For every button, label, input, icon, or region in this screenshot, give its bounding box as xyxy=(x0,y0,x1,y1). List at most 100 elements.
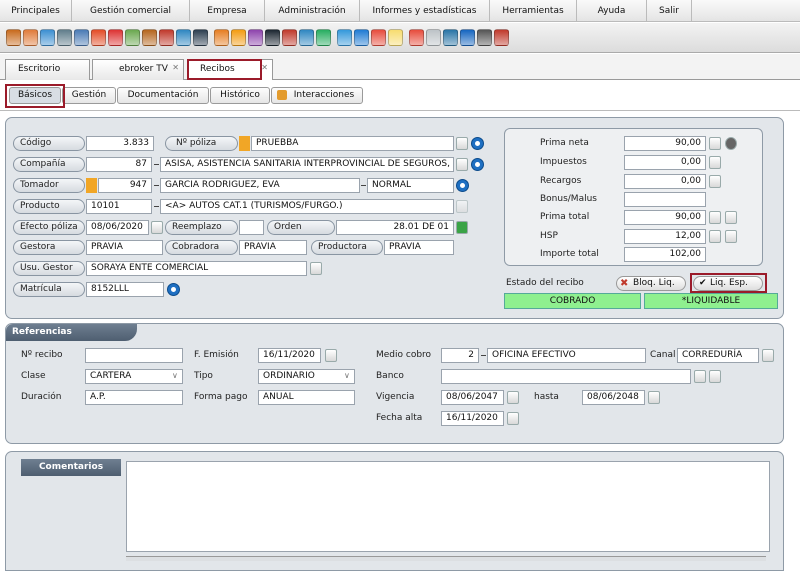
fire-icon[interactable] xyxy=(91,29,106,46)
producto-field[interactable]: <A> AUTOS CAT.1 (TURISMOS/FURGO.) xyxy=(160,199,454,214)
dropdown-icon[interactable] xyxy=(456,200,468,213)
calendar-icon[interactable] xyxy=(507,412,519,425)
info-icon[interactable] xyxy=(725,137,737,150)
soccer-icon[interactable] xyxy=(265,29,280,46)
compania-field[interactable]: ASISA, ASISTENCIA SANITARIA INTERPROVINC… xyxy=(160,157,454,172)
productora-field[interactable]: PRAVIA xyxy=(384,240,454,255)
diamond-icon[interactable] xyxy=(316,29,331,46)
subtab-interacciones[interactable]: Interacciones xyxy=(271,87,363,104)
chart-icon[interactable] xyxy=(725,211,737,224)
comentarios-textarea[interactable] xyxy=(126,461,770,552)
paper-icon[interactable] xyxy=(193,29,208,46)
orden-field[interactable]: 28.01 DE 01 xyxy=(336,220,454,235)
bulb-icon[interactable] xyxy=(388,29,403,46)
cobradora-field[interactable]: PRAVIA xyxy=(239,240,307,255)
calculator-icon[interactable] xyxy=(709,175,721,188)
car-icon[interactable] xyxy=(282,29,297,46)
people-icon[interactable] xyxy=(248,29,263,46)
menu-principales[interactable]: Principales xyxy=(0,0,72,22)
efecto-field[interactable]: 08/06/2020 xyxy=(86,220,149,235)
eye-icon[interactable] xyxy=(456,179,469,192)
calculator-icon[interactable] xyxy=(709,156,721,169)
fecha-alta-field[interactable]: 16/11/2020 xyxy=(441,411,504,426)
refresh-icon[interactable] xyxy=(354,29,369,46)
printer-icon[interactable] xyxy=(725,230,737,243)
calendar-icon[interactable] xyxy=(151,221,163,234)
menu-empresa[interactable]: Empresa xyxy=(190,0,265,22)
calendar-icon[interactable] xyxy=(648,391,660,404)
phone-icon[interactable] xyxy=(460,29,475,46)
vigencia-hasta-field[interactable]: 08/06/2048 xyxy=(582,390,645,405)
importe-field[interactable]: 0,00 xyxy=(624,174,706,189)
close-icon[interactable]: ✕ xyxy=(172,58,179,77)
calculator-icon[interactable] xyxy=(709,211,721,224)
tomador-type-field[interactable]: NORMAL xyxy=(367,178,454,193)
map-icon[interactable] xyxy=(443,29,458,46)
notepad-icon[interactable] xyxy=(426,29,441,46)
subtab-gestion[interactable]: Gestión xyxy=(62,87,116,104)
tools-icon[interactable] xyxy=(477,29,492,46)
card-icon[interactable] xyxy=(57,29,72,46)
poliza-field[interactable]: PRUEBBA xyxy=(251,136,454,151)
producto-code-field[interactable]: 10101 xyxy=(86,199,152,214)
medio-cobro-field[interactable]: OFICINA EFECTIVO xyxy=(487,348,646,363)
calculator-icon[interactable] xyxy=(709,137,721,150)
compania-code-field[interactable]: 87 xyxy=(86,157,152,172)
vigencia-desde-field[interactable]: 08/06/2047 xyxy=(441,390,504,405)
importe-field[interactable] xyxy=(624,192,706,207)
calendar-icon[interactable] xyxy=(507,391,519,404)
canal-field[interactable]: CORREDURÍA xyxy=(677,348,759,363)
search-icon[interactable] xyxy=(762,349,774,362)
importe-field[interactable]: 12,00 xyxy=(624,229,706,244)
menu-salir[interactable]: Salir xyxy=(647,0,692,22)
search-icon[interactable] xyxy=(310,262,322,275)
usu-gestor-field[interactable]: SORAYA ENTE COMERCIAL xyxy=(86,261,307,276)
eye-icon[interactable] xyxy=(471,137,484,150)
banco-field[interactable] xyxy=(441,369,691,384)
chevron-down-icon[interactable]: ∨ xyxy=(172,369,178,382)
tab-escritorio[interactable]: Escritorio xyxy=(5,59,90,80)
codigo-field[interactable]: 3.833 xyxy=(86,136,154,151)
arrow-icon[interactable] xyxy=(176,29,191,46)
menu-administracion[interactable]: Administración xyxy=(265,0,360,22)
medio-cobro-code-field[interactable]: 2 xyxy=(441,348,479,363)
tomador-code-field[interactable]: 947 xyxy=(98,178,152,193)
gift-icon[interactable] xyxy=(159,29,174,46)
tomador-field[interactable]: GARCIA RODRIGUEZ, EVA xyxy=(160,178,360,193)
menu-ayuda[interactable]: Ayuda xyxy=(577,0,647,22)
menu-informes[interactable]: Informes y estadísticas xyxy=(360,0,490,22)
search-icon[interactable] xyxy=(456,158,468,171)
gestora-field[interactable]: PRAVIA xyxy=(86,240,163,255)
user-icon[interactable] xyxy=(23,29,38,46)
recibo-field[interactable] xyxy=(85,348,183,363)
subtab-historico[interactable]: Histórico xyxy=(210,87,270,104)
clase-select[interactable]: CARTERA xyxy=(85,369,183,384)
reemplazo-field[interactable] xyxy=(239,220,264,235)
forma-pago-field[interactable]: ANUAL xyxy=(258,390,355,405)
target-icon[interactable] xyxy=(108,29,123,46)
calculator-icon[interactable] xyxy=(709,230,721,243)
menu-gestion-comercial[interactable]: Gestión comercial xyxy=(72,0,190,22)
arrows-icon[interactable] xyxy=(337,29,352,46)
person-orange-icon[interactable] xyxy=(231,29,246,46)
check-icon[interactable] xyxy=(125,29,140,46)
tipo-select[interactable]: ORDINARIO xyxy=(258,369,355,384)
briefcase-icon[interactable] xyxy=(142,29,157,46)
duracion-field[interactable]: A.P. xyxy=(85,390,183,405)
euro-icon[interactable] xyxy=(299,29,314,46)
refresh-icon[interactable] xyxy=(456,221,468,234)
search-icon[interactable] xyxy=(694,370,706,383)
importe-field[interactable]: 90,00 xyxy=(624,210,706,225)
bloq-liq-button[interactable]: ✖ Bloq. Liq. xyxy=(616,276,686,291)
eye-icon[interactable] xyxy=(471,158,484,171)
subtab-documentacion[interactable]: Documentación xyxy=(117,87,209,104)
tab-ebroker-tv[interactable]: ebroker TV ✕ xyxy=(92,59,184,80)
google-icon[interactable] xyxy=(371,29,386,46)
emision-field[interactable]: 16/11/2020 xyxy=(258,348,321,363)
person-red-icon[interactable] xyxy=(214,29,229,46)
user-pin-icon[interactable] xyxy=(40,29,55,46)
importe-field[interactable]: 90,00 xyxy=(624,136,706,151)
help-icon[interactable] xyxy=(494,29,509,46)
menu-herramientas[interactable]: Herramientas xyxy=(490,0,577,22)
chevron-down-icon[interactable]: ∨ xyxy=(344,369,350,382)
